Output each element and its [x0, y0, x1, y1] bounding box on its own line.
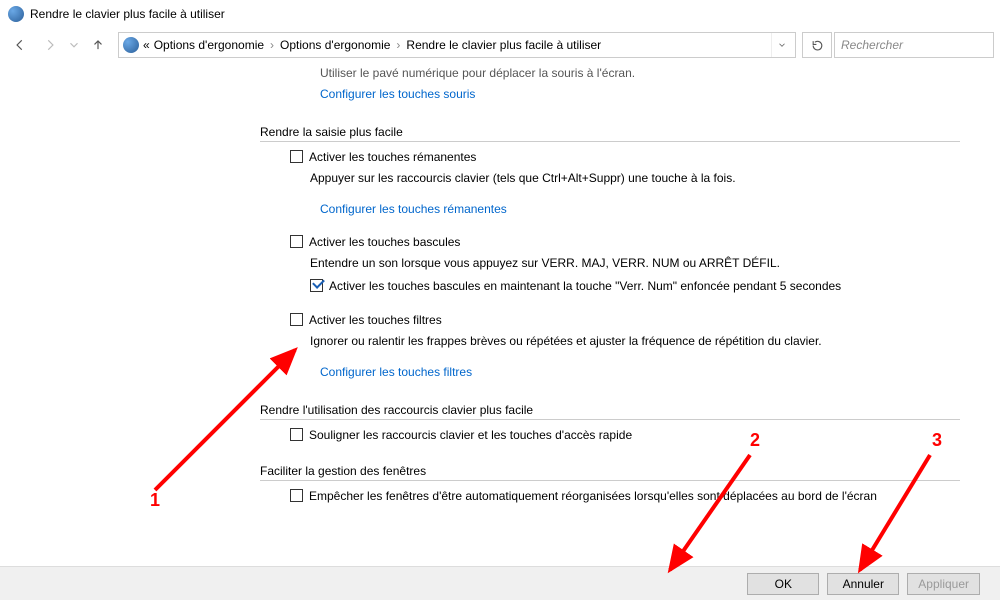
refresh-button[interactable] [802, 32, 832, 58]
underline-shortcuts-option[interactable]: Souligner les raccourcis clavier et les … [290, 428, 960, 442]
apply-button[interactable]: Appliquer [907, 573, 980, 595]
breadcrumb-prefix: « [143, 38, 150, 52]
configure-filter-keys-link[interactable]: Configurer les touches filtres [320, 365, 472, 379]
up-button[interactable] [84, 31, 112, 59]
breadcrumb-item[interactable]: Options d'ergonomie [154, 38, 264, 52]
cancel-button[interactable]: Annuler [827, 573, 899, 595]
toggle-keys-option[interactable]: Activer les touches bascules [290, 235, 960, 249]
ok-button[interactable]: OK [747, 573, 819, 595]
sticky-keys-option[interactable]: Activer les touches rémanentes [290, 150, 960, 164]
breadcrumb-item[interactable]: Options d'ergonomie [280, 38, 390, 52]
underline-shortcuts-label: Souligner les raccourcis clavier et les … [309, 428, 632, 442]
toggle-keys-hold-label: Activer les touches bascules en maintena… [329, 279, 841, 293]
titlebar: Rendre le clavier plus facile à utiliser [0, 0, 1000, 28]
checkbox-unchecked-icon[interactable] [290, 489, 303, 502]
annotation-label-2: 2 [750, 430, 760, 451]
truncated-desc: Utiliser le pavé numérique pour déplacer… [320, 66, 960, 80]
checkbox-unchecked-icon[interactable] [290, 428, 303, 441]
chevron-right-icon[interactable]: › [268, 38, 276, 52]
ease-of-access-icon [8, 6, 24, 22]
checkbox-unchecked-icon[interactable] [290, 235, 303, 248]
sticky-keys-label: Activer les touches rémanentes [309, 150, 476, 164]
filter-keys-option[interactable]: Activer les touches filtres [290, 313, 960, 327]
window-title: Rendre le clavier plus facile à utiliser [30, 7, 225, 21]
checkbox-checked-icon[interactable] [310, 279, 323, 292]
filter-keys-desc: Ignorer ou ralentir les frappes brèves o… [310, 333, 960, 350]
back-button[interactable] [6, 31, 34, 59]
section-windows-title: Faciliter la gestion des fenêtres [260, 464, 960, 478]
forward-button[interactable] [36, 31, 64, 59]
divider [260, 480, 960, 481]
nav-row: « Options d'ergonomie › Options d'ergono… [0, 28, 1000, 62]
chevron-right-icon[interactable]: › [394, 38, 402, 52]
toggle-keys-desc: Entendre un son lorsque vous appuyez sur… [310, 255, 960, 272]
configure-mouse-keys-link[interactable]: Configurer les touches souris [320, 87, 475, 101]
checkbox-unchecked-icon[interactable] [290, 313, 303, 326]
divider [260, 419, 960, 420]
footer-buttons: OK Annuler Appliquer [0, 566, 1000, 600]
filter-keys-label: Activer les touches filtres [309, 313, 442, 327]
prevent-arrange-option[interactable]: Empêcher les fenêtres d'être automatique… [290, 489, 960, 503]
prevent-arrange-label: Empêcher les fenêtres d'être automatique… [309, 489, 877, 503]
checkbox-unchecked-icon[interactable] [290, 150, 303, 163]
section-input-title: Rendre la saisie plus facile [260, 125, 960, 139]
section-shortcuts-title: Rendre l'utilisation des raccourcis clav… [260, 403, 960, 417]
configure-sticky-keys-link[interactable]: Configurer les touches rémanentes [320, 202, 507, 216]
ease-of-access-icon [123, 37, 139, 53]
search-input[interactable]: Rechercher [834, 32, 994, 58]
breadcrumb-item[interactable]: Rendre le clavier plus facile à utiliser [406, 38, 601, 52]
toggle-keys-label: Activer les touches bascules [309, 235, 460, 249]
recent-locations-dropdown[interactable] [66, 31, 82, 59]
search-placeholder: Rechercher [841, 38, 903, 52]
address-history-dropdown[interactable] [771, 33, 791, 57]
address-bar[interactable]: « Options d'ergonomie › Options d'ergono… [118, 32, 796, 58]
toggle-keys-hold-option[interactable]: Activer les touches bascules en maintena… [310, 278, 960, 295]
annotation-label-3: 3 [932, 430, 942, 451]
annotation-label-1: 1 [150, 490, 160, 511]
divider [260, 141, 960, 142]
sticky-keys-desc: Appuyer sur les raccourcis clavier (tels… [310, 170, 960, 187]
